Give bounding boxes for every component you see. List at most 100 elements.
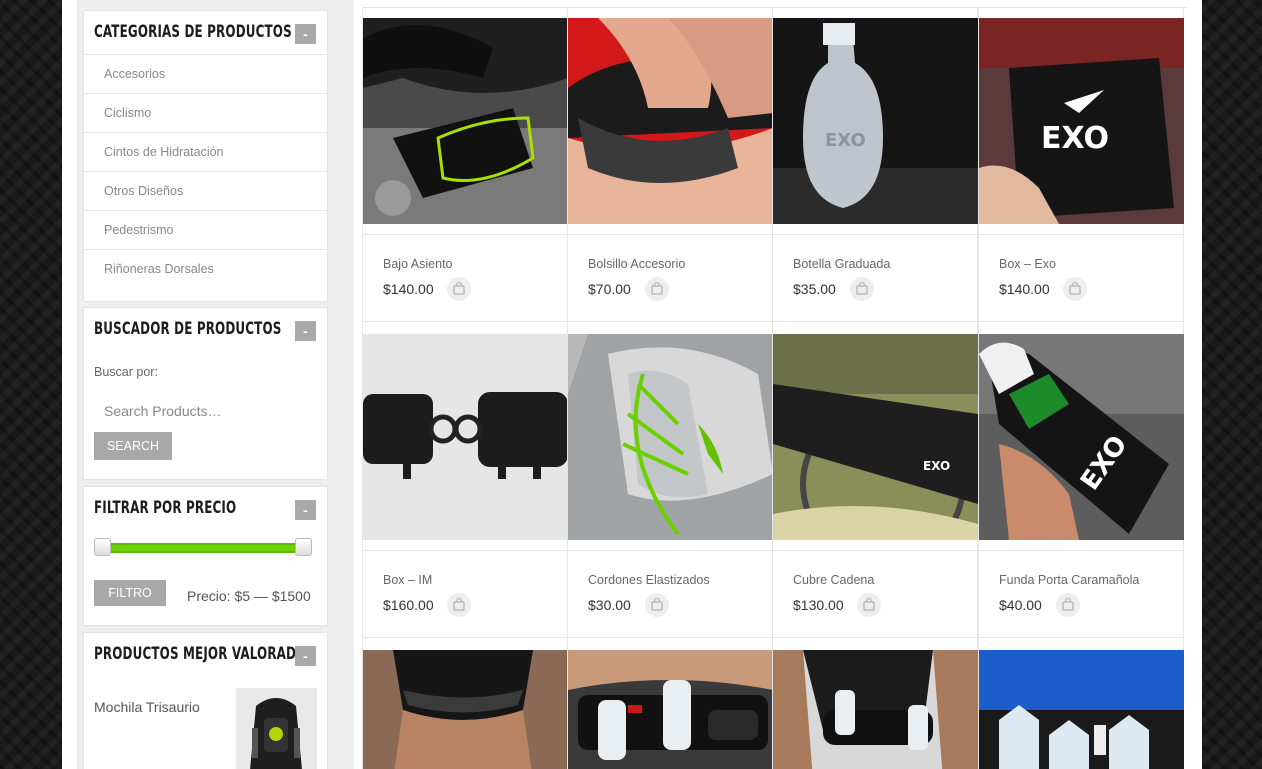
product-name[interactable]: Box – IM (383, 573, 432, 587)
belt-pocket-image[interactable] (568, 18, 773, 224)
backpack-thumbnail[interactable] (236, 688, 317, 769)
product-info: Bolsillo Accesorio $70.00 (568, 234, 773, 322)
search-header: Buscador de productos - (84, 308, 327, 352)
filter-button[interactable]: Filtro (94, 580, 166, 606)
product-info: Funda Porta Caramañola $40.00 (979, 550, 1184, 638)
flasks-image[interactable] (979, 650, 1184, 769)
im-box-image[interactable] (363, 334, 568, 540)
product-name[interactable]: Cordones Elastizados (588, 573, 710, 587)
product-grid: Bajo Asiento $140.00 Bolsillo Accesorio … (362, 7, 1187, 769)
category-item[interactable]: Ciclismo (84, 94, 327, 133)
product-card[interactable]: EXO Box – Exo $140.00 (978, 8, 1184, 324)
product-price: $40.00 (999, 597, 1042, 613)
brand-logo: EXO (923, 459, 950, 473)
add-to-cart-button[interactable] (447, 277, 471, 301)
bottle-sleeve-image[interactable]: EXO (979, 334, 1184, 540)
product-card[interactable] (567, 640, 773, 769)
top-rated-header: Productos mejor valorados - (84, 633, 327, 677)
soft-flask-image[interactable]: EXO (773, 18, 978, 224)
sidebar: Categorias de productos - Accesorios Cic… (77, 0, 354, 769)
product-card[interactable] (978, 640, 1184, 769)
search-title: Buscador de productos (94, 319, 282, 339)
price-range-text: Precio: $5 — $1500 (187, 588, 311, 604)
top-rated-item-name[interactable]: Mochila Trisaurio (94, 699, 200, 715)
exo-box-image[interactable]: EXO (979, 18, 1184, 224)
price-filter-widget: Filtrar por precio - Filtro Precio: $5 —… (83, 486, 328, 626)
shopping-bag-icon (453, 598, 465, 611)
product-info: Botella Graduada $35.00 (773, 234, 978, 322)
price-filter-title: Filtrar por precio (94, 498, 237, 518)
product-card[interactable] (772, 640, 978, 769)
search-widget: Buscador de productos - Buscar por: Sear… (83, 307, 328, 480)
add-to-cart-button[interactable] (645, 593, 669, 617)
categories-title: Categorias de productos (94, 22, 292, 42)
product-price: $30.00 (588, 597, 631, 613)
elastic-laces-image[interactable] (568, 334, 773, 540)
price-slider-min-handle[interactable] (94, 538, 111, 556)
product-card[interactable]: EXO Funda Porta Caramañola $40.00 (978, 324, 1184, 640)
search-input[interactable] (94, 395, 316, 427)
search-button[interactable]: Search (94, 432, 172, 460)
product-card[interactable]: Bolsillo Accesorio $70.00 (567, 8, 773, 324)
add-to-cart-button[interactable] (1063, 277, 1087, 301)
shopping-bag-icon (1062, 598, 1074, 611)
product-info: Bajo Asiento $140.00 (363, 234, 568, 322)
categories-collapse-button[interactable]: - (295, 24, 316, 44)
product-price: $130.00 (793, 597, 844, 613)
product-price: $140.00 (999, 281, 1050, 297)
product-name[interactable]: Botella Graduada (793, 257, 890, 271)
product-name[interactable]: Bajo Asiento (383, 257, 453, 271)
product-info: Box – IM $160.00 (363, 550, 568, 638)
product-price: $70.00 (588, 281, 631, 297)
brand-logo: EXO (1041, 121, 1109, 156)
add-to-cart-button[interactable] (850, 277, 874, 301)
add-to-cart-button[interactable] (857, 593, 881, 617)
product-price: $160.00 (383, 597, 434, 613)
product-info: Cordones Elastizados $30.00 (568, 550, 773, 638)
category-item[interactable]: Cintos de Hidratación (84, 133, 327, 172)
hydration-belt-bottles-image[interactable] (568, 650, 773, 769)
hydration-belt-image[interactable] (363, 650, 568, 769)
category-item[interactable]: Accesorios (84, 55, 327, 94)
product-card[interactable]: Box – IM $160.00 (362, 324, 568, 640)
price-filter-collapse-button[interactable]: - (295, 500, 316, 520)
chain-cover-image[interactable]: EXO (773, 334, 978, 540)
product-price: $140.00 (383, 281, 434, 297)
shopping-bag-icon (651, 598, 663, 611)
top-rated-title: Productos mejor valorados (94, 644, 316, 664)
top-rated-collapse-button[interactable]: - (295, 646, 316, 666)
category-item[interactable]: Pedestrismo (84, 211, 327, 250)
categories-widget: Categorias de productos - Accesorios Cic… (83, 10, 328, 302)
product-name[interactable]: Funda Porta Caramañola (999, 573, 1139, 587)
bike-seat-bag-image[interactable] (363, 18, 568, 224)
shopping-bag-icon (863, 598, 875, 611)
product-card[interactable] (362, 640, 568, 769)
category-item[interactable]: Otros Diseños (84, 172, 327, 211)
product-card[interactable]: EXO Botella Graduada $35.00 (772, 8, 978, 324)
price-filter-header: Filtrar por precio - (84, 487, 327, 531)
category-item[interactable]: Riñoneras Dorsales (84, 250, 327, 289)
shopping-bag-icon (1069, 282, 1081, 295)
product-name[interactable]: Bolsillo Accesorio (588, 257, 685, 271)
top-rated-widget: Productos mejor valorados - Mochila Tris… (83, 632, 328, 769)
product-price: $35.00 (793, 281, 836, 297)
waist-belt-image[interactable] (773, 650, 978, 769)
search-collapse-button[interactable]: - (295, 321, 316, 341)
shopping-bag-icon (453, 282, 465, 295)
product-card[interactable]: Bajo Asiento $140.00 (362, 8, 568, 324)
product-info: Box – Exo $140.00 (979, 234, 1184, 322)
categories-header: Categorias de productos - (84, 11, 327, 55)
product-card[interactable]: EXO Cubre Cadena $130.00 (772, 324, 978, 640)
product-name[interactable]: Cubre Cadena (793, 573, 874, 587)
add-to-cart-button[interactable] (1056, 593, 1080, 617)
add-to-cart-button[interactable] (645, 277, 669, 301)
add-to-cart-button[interactable] (447, 593, 471, 617)
search-label: Buscar por: (94, 365, 158, 379)
shopping-bag-icon (856, 282, 868, 295)
page-container: Categorias de productos - Accesorios Cic… (62, 0, 1202, 769)
price-slider-range (100, 543, 302, 553)
brand-logo: EXO (825, 130, 866, 151)
product-name[interactable]: Box – Exo (999, 257, 1056, 271)
price-slider-max-handle[interactable] (295, 538, 312, 556)
product-card[interactable]: Cordones Elastizados $30.00 (567, 324, 773, 640)
